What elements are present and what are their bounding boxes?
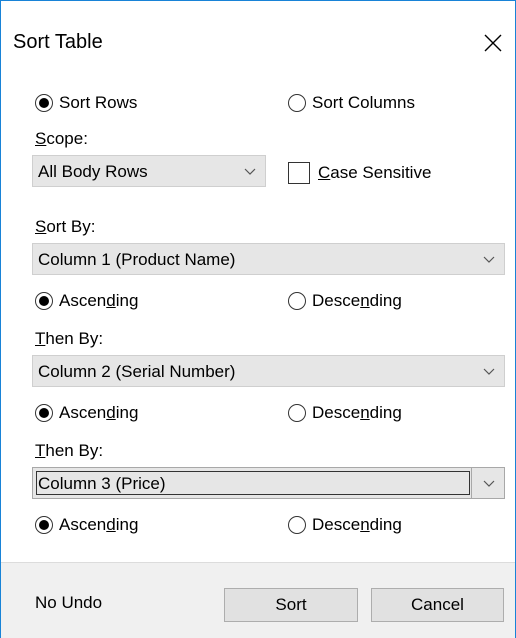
close-icon	[484, 34, 502, 52]
scope-value: All Body Rows	[38, 162, 148, 181]
descending-label: Descending	[312, 403, 402, 422]
chevron-down-icon	[483, 256, 495, 263]
sort-by-ascending-radio[interactable]: Ascending	[35, 291, 138, 311]
sort-button[interactable]: Sort	[224, 588, 358, 622]
case-sensitive-checkbox[interactable]: Case Sensitive	[288, 162, 431, 184]
sort-by-descending-radio[interactable]: Descending	[288, 291, 402, 311]
radio-button-selected	[35, 292, 53, 310]
then-by-2-value: Column 3 (Price)	[38, 474, 166, 493]
then-by-1-ascending-radio[interactable]: Ascending	[35, 403, 138, 423]
ascending-label: Ascending	[59, 515, 139, 534]
sort-table-dialog: Sort Table Sort Rows Sort Columns Scope:…	[0, 0, 516, 638]
then-by-2-label: Then By:	[35, 441, 104, 460]
ascending-label: Ascending	[59, 403, 139, 422]
then-by-2-ascending-radio[interactable]: Ascending	[35, 515, 138, 535]
descending-label: Descending	[312, 291, 402, 310]
then-by-1-label: Then By:	[35, 329, 104, 348]
ascending-label: Ascending	[59, 291, 139, 310]
radio-button	[288, 94, 306, 112]
chevron-down-icon	[244, 168, 256, 175]
close-button[interactable]	[471, 23, 515, 63]
radio-button	[288, 404, 306, 422]
then-by-1-descending-radio[interactable]: Descending	[288, 403, 402, 423]
radio-button-selected	[35, 404, 53, 422]
sort-columns-radio[interactable]: Sort Columns	[288, 93, 415, 113]
dialog-title: Sort Table	[13, 31, 103, 53]
radio-button	[288, 516, 306, 534]
then-by-2-descending-radio[interactable]: Descending	[288, 515, 402, 535]
then-by-1-dropdown[interactable]: Column 2 (Serial Number)	[32, 355, 505, 387]
radio-button	[288, 292, 306, 310]
radio-button-selected	[35, 94, 53, 112]
radio-button-selected	[35, 516, 53, 534]
sort-columns-label: Sort Columns	[312, 93, 415, 112]
sort-rows-radio[interactable]: Sort Rows	[35, 93, 137, 113]
scope-dropdown[interactable]: All Body Rows	[32, 155, 266, 187]
sort-by-value: Column 1 (Product Name)	[38, 250, 236, 269]
case-sensitive-label: Case Sensitive	[318, 163, 432, 182]
no-undo-label: No Undo	[35, 593, 103, 612]
scope-label: Scope:	[35, 129, 88, 148]
cancel-button[interactable]: Cancel	[371, 588, 504, 622]
sort-rows-label: Sort Rows	[59, 93, 138, 112]
sort-by-label: Sort By:	[35, 217, 96, 236]
chevron-down-icon	[483, 480, 495, 487]
then-by-2-dropdown[interactable]: Column 3 (Price)	[32, 467, 505, 499]
then-by-1-value: Column 2 (Serial Number)	[38, 362, 236, 381]
dialog-footer: No Undo Sort Cancel	[1, 562, 515, 638]
title-bar: Sort Table	[1, 1, 515, 83]
sort-by-dropdown[interactable]: Column 1 (Product Name)	[32, 243, 505, 275]
descending-label: Descending	[312, 515, 402, 534]
chevron-down-icon	[483, 368, 495, 375]
checkbox-box	[288, 162, 310, 184]
